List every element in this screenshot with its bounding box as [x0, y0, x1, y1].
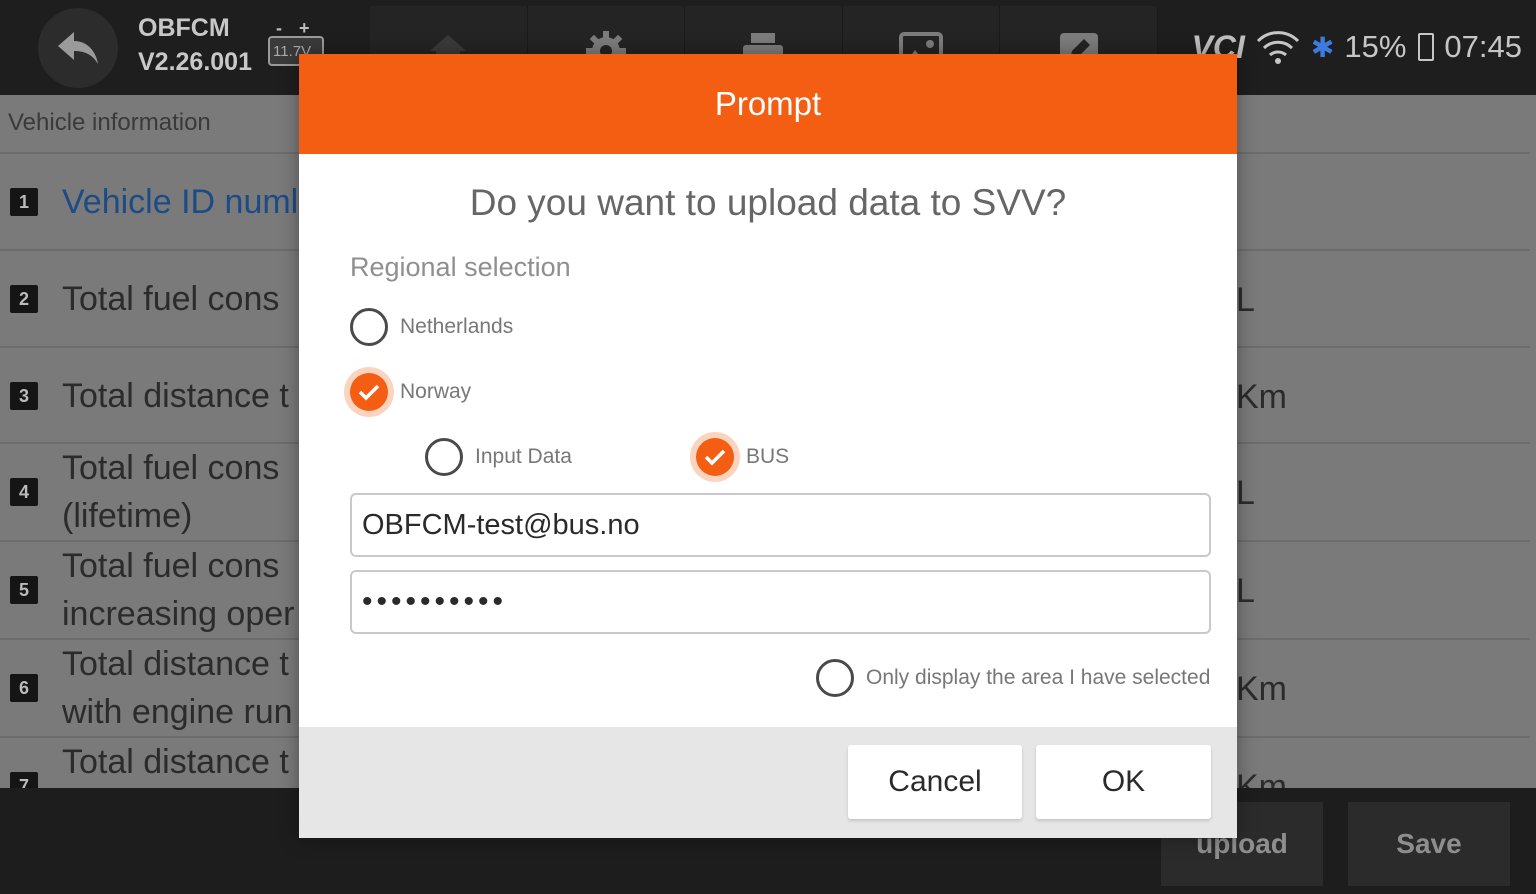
row-label: Total distance t [62, 743, 289, 781]
radio-label: Input Data [475, 445, 572, 468]
row-unit: L [1236, 474, 1255, 512]
row-label-line2: with engine run [62, 693, 293, 731]
row-label-line2: (lifetime) [62, 497, 193, 535]
radio-unchecked-icon [816, 659, 854, 697]
row-number: 7 [10, 772, 38, 788]
row-unit: L [1236, 572, 1255, 610]
row-number: 5 [10, 576, 38, 604]
wifi-icon [1256, 31, 1299, 64]
row-number: 6 [10, 674, 38, 702]
radio-label: Only display the area I have selected [866, 666, 1211, 689]
back-arrow-icon [58, 32, 98, 64]
row-unit: Km [1236, 768, 1287, 788]
system-status: VCI ✱ 15% 07:45 [1192, 22, 1522, 72]
row-label: Total fuel cons [62, 280, 280, 318]
screen: OBFCM V2.26.001 - + 11.7V VCI ✱ 15% 07:4… [0, 0, 1536, 894]
section-title: Vehicle information [8, 109, 211, 136]
row-unit: L [1236, 281, 1255, 319]
prompt-dialog: Prompt Do you want to upload data to SVV… [299, 54, 1237, 838]
radio-norway[interactable]: Norway [350, 373, 471, 411]
save-button[interactable]: Save [1348, 802, 1510, 886]
clock: 07:45 [1444, 29, 1522, 64]
radio-checked-icon [350, 373, 388, 411]
row-label: Total distance t [62, 645, 289, 683]
row-number: 3 [10, 382, 38, 410]
radio-input-data[interactable]: Input Data [425, 438, 572, 476]
email-field[interactable]: OBFCM-test@bus.no [350, 493, 1211, 557]
bluetooth-icon: ✱ [1310, 31, 1335, 63]
dialog-title: Prompt [299, 54, 1237, 154]
radio-bus[interactable]: BUS [696, 438, 789, 476]
row-number: 4 [10, 478, 38, 506]
battery-icon [1418, 33, 1435, 61]
radio-label: BUS [746, 445, 790, 468]
only-display-selected-toggle[interactable]: Only display the area I have selected [816, 659, 1210, 697]
back-button[interactable] [38, 8, 118, 88]
dialog-footer: Cancel OK [299, 727, 1237, 838]
password-field[interactable]: •••••••••• [350, 570, 1211, 634]
checkmark-icon [704, 449, 726, 466]
regional-selection-label: Regional selection [350, 252, 571, 282]
row-label: Total fuel cons [62, 547, 280, 585]
row-number: 2 [10, 285, 38, 313]
row-label: Total distance t [62, 377, 289, 415]
radio-label: Netherlands [400, 315, 514, 338]
radio-unchecked-icon [425, 438, 463, 476]
app-version: V2.26.001 [138, 48, 252, 76]
battery-percent: 15% [1344, 29, 1407, 64]
radio-unchecked-icon [350, 308, 388, 346]
app-name: OBFCM [138, 14, 230, 42]
radio-netherlands[interactable]: Netherlands [350, 308, 513, 346]
row-unit: Km [1236, 670, 1287, 708]
row-unit: Km [1236, 378, 1287, 416]
checkmark-icon [358, 384, 380, 401]
row-label: Total fuel cons [62, 449, 280, 487]
dialog-question: Do you want to upload data to SVV? [469, 182, 1067, 223]
cancel-button[interactable]: Cancel [848, 745, 1022, 819]
radio-checked-icon [696, 438, 734, 476]
ok-button[interactable]: OK [1036, 745, 1211, 819]
radio-label: Norway [400, 380, 472, 403]
row-label-line2: increasing oper [62, 595, 295, 633]
row-label: Vehicle ID numl [62, 183, 299, 221]
row-number: 1 [10, 188, 38, 216]
